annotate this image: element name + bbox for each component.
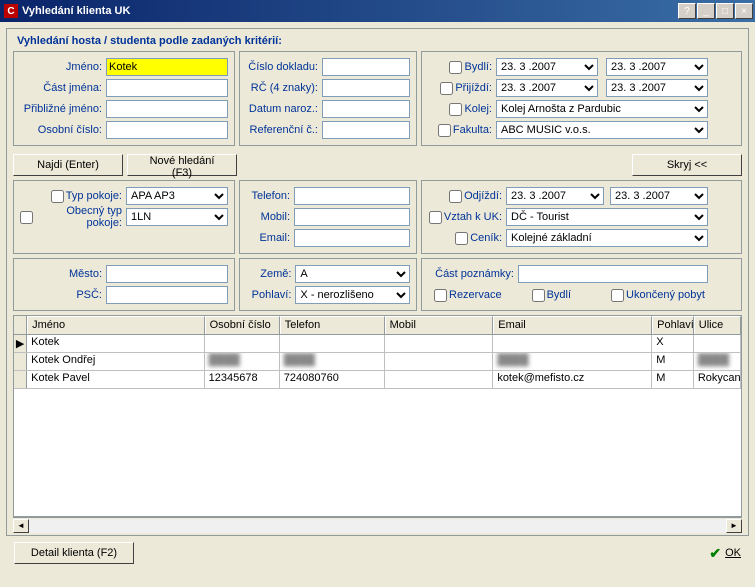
results-grid[interactable]: Jméno Osobní číslo Telefon Mobil Email P… — [13, 315, 742, 517]
mobil-input[interactable] — [294, 208, 410, 226]
cenik-select[interactable]: Kolejné základní — [506, 229, 708, 247]
ukonceny-checkbox[interactable] — [611, 289, 624, 302]
datum-input[interactable] — [322, 100, 410, 118]
najdi-button[interactable]: Najdi (Enter) — [13, 154, 123, 176]
label-bydli2: Bydlí — [547, 289, 571, 301]
prijizdi-to-select[interactable]: 23. 3 .2007 — [606, 79, 708, 97]
zeme-select[interactable]: A — [295, 265, 410, 283]
label-zeme: Země: — [246, 268, 295, 280]
rezervace-checkbox[interactable] — [434, 289, 447, 302]
label-pohlavi: Pohlaví: — [246, 289, 295, 301]
vztah-checkbox[interactable] — [429, 211, 442, 224]
close-button[interactable]: × — [735, 3, 753, 19]
vztah-select[interactable]: DČ - Tourist — [506, 208, 708, 226]
label-mesto: Město: — [20, 268, 106, 280]
bydli-to-select[interactable]: 23. 3 .2007 — [606, 58, 708, 76]
osobni-input[interactable] — [106, 121, 228, 139]
pohlavi-select[interactable]: X - nerozlišeno — [295, 286, 410, 304]
col-ulice[interactable]: Ulice — [694, 316, 741, 334]
app-icon: C — [4, 4, 18, 18]
table-row[interactable]: Kotek Pavel12345678724080760kotek@mefist… — [14, 371, 741, 389]
table-row[interactable]: ▶KotekX — [14, 335, 741, 353]
skryj-button[interactable]: Skryj << — [632, 154, 742, 176]
titlebar: C Vyhledání klienta UK ? _ □ × — [0, 0, 755, 22]
horizontal-scrollbar[interactable]: ◄ ► — [13, 517, 742, 533]
label-bydli: Bydlí: — [464, 61, 492, 73]
label-typ-pokoje: Typ pokoje: — [66, 190, 122, 202]
telefon-input[interactable] — [294, 187, 410, 205]
odjizdi-checkbox[interactable] — [449, 190, 462, 203]
label-telefon: Telefon: — [246, 190, 294, 202]
bydli-checkbox[interactable] — [449, 61, 462, 74]
typ-pokoje-checkbox[interactable] — [51, 190, 64, 203]
label-rc: RČ (4 znaky): — [246, 82, 322, 94]
ref-input[interactable] — [322, 121, 410, 139]
fakulta-checkbox[interactable] — [438, 124, 451, 137]
label-rezervace: Rezervace — [449, 289, 502, 301]
label-email: Email: — [246, 232, 294, 244]
help-button[interactable]: ? — [678, 3, 696, 19]
priblizne-input[interactable] — [106, 100, 228, 118]
col-jmeno[interactable]: Jméno — [27, 316, 204, 334]
label-ref: Referenční č.: — [246, 124, 322, 136]
col-mobil[interactable]: Mobil — [385, 316, 494, 334]
table-row[interactable]: Kotek Ondřej████████████M████ — [14, 353, 741, 371]
label-prijizdi: Přijíždí: — [455, 82, 492, 94]
label-priblizne: Přibližné jméno: — [20, 103, 106, 115]
jmeno-input[interactable] — [106, 58, 228, 76]
label-vztah: Vztah k UK: — [444, 211, 502, 223]
obecny-typ-checkbox[interactable] — [20, 211, 33, 224]
scroll-right-icon[interactable]: ► — [726, 519, 742, 533]
label-jmeno: Jméno: — [20, 61, 106, 73]
label-cislo-dokladu: Číslo dokladu: — [246, 61, 322, 73]
typ-pokoje-select[interactable]: APA AP3 — [126, 187, 228, 205]
label-cast-poznamky: Část poznámky: — [428, 268, 518, 280]
obecny-typ-select[interactable]: 1LN — [126, 208, 228, 226]
check-icon: ✔ — [709, 545, 721, 562]
col-telefon[interactable]: Telefon — [280, 316, 385, 334]
cast-jmena-input[interactable] — [106, 79, 228, 97]
kolej-select[interactable]: Kolej Arnošta z Pardubic — [496, 100, 708, 118]
label-cenik: Ceník: — [470, 232, 502, 244]
label-psc: PSČ: — [20, 289, 106, 301]
label-mobil: Mobil: — [246, 211, 294, 223]
odjizdi-from-select[interactable]: 23. 3 .2007 — [506, 187, 604, 205]
cast-poznamky-input[interactable] — [518, 265, 708, 283]
rc-input[interactable] — [322, 79, 410, 97]
nove-hledani-button[interactable]: Nové hledání (F3) — [127, 154, 237, 176]
psc-input[interactable] — [106, 286, 228, 304]
prijizdi-checkbox[interactable] — [440, 82, 453, 95]
label-fakulta: Fakulta: — [453, 124, 492, 136]
ok-label: OK — [725, 547, 741, 559]
section-title: Vyhledání hosta / studenta podle zadanýc… — [17, 35, 742, 47]
label-obecny-typ: Obecný typ pokoje: — [35, 205, 122, 229]
label-datum: Datum naroz.: — [246, 103, 322, 115]
col-email[interactable]: Email — [493, 316, 652, 334]
odjizdi-to-select[interactable]: 23. 3 .2007 — [610, 187, 708, 205]
bydli2-checkbox[interactable] — [532, 289, 545, 302]
scroll-left-icon[interactable]: ◄ — [13, 519, 29, 533]
kolej-checkbox[interactable] — [449, 103, 462, 116]
col-pohlavi[interactable]: Pohlaví — [652, 316, 694, 334]
col-osobni[interactable]: Osobní číslo — [205, 316, 280, 334]
detail-button[interactable]: Detail klienta (F2) — [14, 542, 134, 564]
mesto-input[interactable] — [106, 265, 228, 283]
label-ukonceny: Ukončený pobyt — [626, 289, 705, 301]
email-input[interactable] — [294, 229, 410, 247]
minimize-button[interactable]: _ — [697, 3, 715, 19]
window-title: Vyhledání klienta UK — [22, 5, 678, 17]
cenik-checkbox[interactable] — [455, 232, 468, 245]
label-cast-jmena: Část jména: — [20, 82, 106, 94]
prijizdi-from-select[interactable]: 23. 3 .2007 — [496, 79, 598, 97]
label-kolej: Kolej: — [464, 103, 492, 115]
maximize-button[interactable]: □ — [716, 3, 734, 19]
bydli-from-select[interactable]: 23. 3 .2007 — [496, 58, 598, 76]
fakulta-select[interactable]: ABC MUSIC v.o.s. — [496, 121, 708, 139]
label-odjizdi: Odjíždí: — [464, 190, 502, 202]
cislo-dokladu-input[interactable] — [322, 58, 410, 76]
label-osobni: Osobní číslo: — [20, 124, 106, 136]
ok-button[interactable]: ✔ OK — [709, 545, 741, 562]
